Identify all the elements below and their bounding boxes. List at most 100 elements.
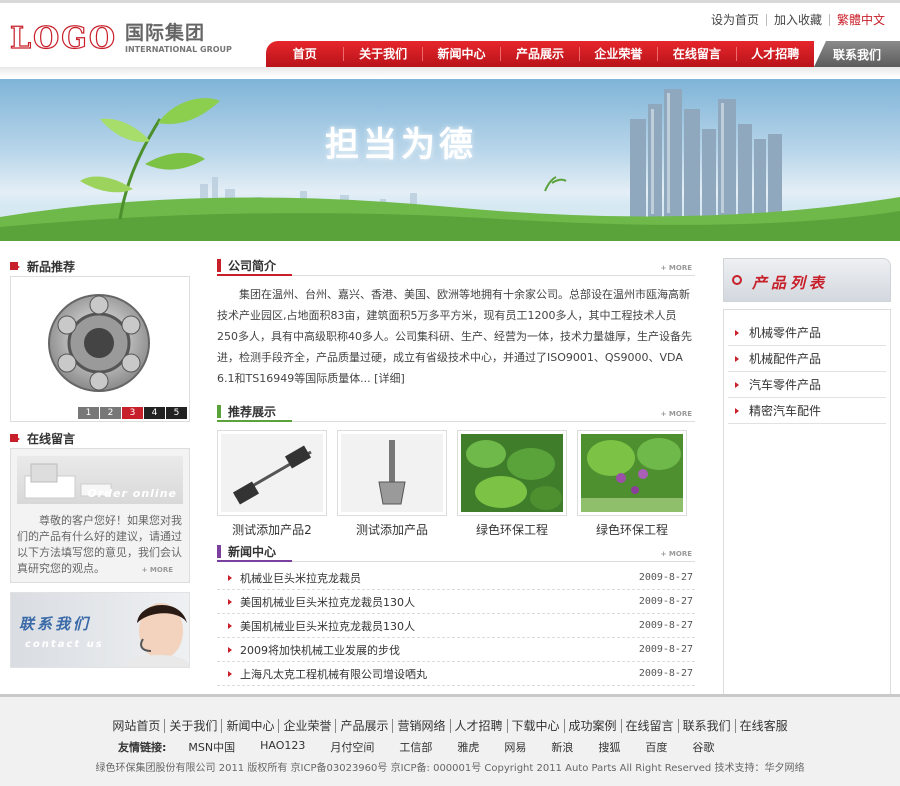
product-image	[457, 430, 567, 516]
add-favorite-link[interactable]: 加入收藏	[765, 14, 829, 26]
recommend-item[interactable]: 测试添加产品	[337, 430, 447, 538]
pager-4[interactable]: 4	[144, 407, 165, 419]
footer-link[interactable]: 在线留言	[620, 719, 678, 733]
contact-subtitle: contact us	[25, 639, 104, 650]
nav-products[interactable]: 产品展示	[500, 47, 578, 61]
top-links: 设为首页 加入收藏 繁體中文	[704, 14, 892, 26]
cv-joint-image	[48, 294, 150, 392]
product-category-item[interactable]: 机械配件产品	[728, 346, 886, 372]
news-item[interactable]: 2009将加快机械工业发展的步伐 2009-8-27	[217, 638, 695, 662]
footer-link[interactable]: 网站首页	[108, 719, 164, 733]
footer-links: 网站首页 关于我们 新闻中心 企业荣誉 产品展示 营销网络 人才招聘 下载中心 成功案例 在线留言…	[0, 719, 900, 733]
message-more-link[interactable]: + MORE	[142, 566, 173, 574]
top-border	[0, 0, 900, 3]
logo-mark: LOGO	[9, 21, 117, 56]
friend-link[interactable]: 搜狐	[598, 739, 620, 755]
pager-5[interactable]: 5	[166, 407, 187, 419]
footer-link[interactable]: 产品展示	[335, 719, 393, 733]
footer-link[interactable]: 企业荣誉	[278, 719, 336, 733]
nav-honors[interactable]: 企业荣誉	[578, 47, 657, 61]
friend-links: 友情链接: MSN中国 HAO123 月付空间 工信部 雅虎 网易 新浪 搜狐 …	[118, 739, 739, 755]
recommend-heading: 推荐展示 + MORE	[217, 402, 695, 422]
friend-link[interactable]: MSN中国	[188, 739, 235, 755]
footer-link[interactable]: 新闻中心	[221, 719, 279, 733]
about-more-link[interactable]: + MORE	[661, 264, 692, 272]
bullet-icon	[228, 646, 232, 653]
news-more-link[interactable]: + MORE	[661, 550, 692, 558]
about-text: 集团在温州、台州、嘉兴、香港、美国、欧洲等地拥有十余家公司。总部设在温州市瓯海高…	[217, 288, 692, 385]
footer-link[interactable]: 关于我们	[164, 719, 222, 733]
recommend-item[interactable]: 绿色环保工程	[577, 430, 687, 538]
news-section: 新闻中心 + MORE 机械业巨头米拉克龙裁员 2009-8-27 美国机械业巨头…	[217, 542, 695, 686]
nav-news[interactable]: 新闻中心	[421, 47, 500, 61]
logo[interactable]: LOGO 国际集团 INTERNATIONAL GROUP	[9, 21, 232, 56]
slide-pager: 1 2 3 4 5	[77, 407, 187, 419]
recommend-section: 推荐展示 + MORE 测试添加产品2 测试添加产品 绿色环保工程 绿色环保工程	[217, 402, 695, 537]
news-item[interactable]: 机械业巨头米拉克龙裁员 2009-8-27	[217, 566, 695, 590]
left-sidebar: 新品推荐 1 2 3 4 5 在线留言 Order online 尊敬的客户您好…	[10, 256, 190, 668]
footer-link[interactable]: 成功案例	[563, 719, 621, 733]
arrow-icon	[10, 433, 22, 443]
pager-3[interactable]: 3	[122, 407, 143, 419]
footer-link[interactable]: 人才招聘	[449, 719, 507, 733]
footer-link[interactable]: 下载中心	[506, 719, 564, 733]
footer: 网站首页 关于我们 新闻中心 企业荣誉 产品展示 营销网络 人才招聘 下载中心 成功案例 在线留言…	[0, 694, 900, 786]
friend-link[interactable]: 雅虎	[457, 739, 479, 755]
product-category-item[interactable]: 汽车零件产品	[728, 372, 886, 398]
news-item[interactable]: 美国机械业巨头米拉克龙裁员130人 2009-8-27	[217, 590, 695, 614]
friend-link[interactable]: 工信部	[399, 739, 432, 755]
product-list: 机械零件产品 机械配件产品 汽车零件产品 精密汽车配件	[723, 309, 891, 706]
logo-cn: 国际集团	[124, 22, 205, 44]
friend-link[interactable]: HAO123	[260, 739, 305, 755]
pager-1[interactable]: 1	[78, 407, 99, 419]
product-list-heading: 产品列表	[723, 258, 891, 302]
friend-link[interactable]: 新浪	[551, 739, 573, 755]
traditional-chinese-link[interactable]: 繁體中文	[828, 14, 892, 26]
banner: 担当为德	[0, 79, 900, 241]
about-heading: 公司简介 + MORE	[217, 256, 695, 276]
friend-link[interactable]: 网易	[504, 739, 526, 755]
news-heading: 新闻中心 + MORE	[217, 542, 695, 562]
recommend-more-link[interactable]: + MORE	[661, 410, 692, 418]
footer-link[interactable]: 联系我们	[677, 719, 735, 733]
target-icon	[732, 275, 742, 285]
nav-home[interactable]: 首页	[266, 47, 343, 61]
main-content: 公司简介 + MORE 集团在温州、台州、嘉兴、香港、美国、欧洲等地拥有十余家公…	[217, 256, 695, 686]
contact-us-banner[interactable]: 联系我们 contact us	[10, 592, 190, 668]
bullet-icon	[228, 622, 232, 629]
friend-link[interactable]: 谷歌	[692, 739, 714, 755]
new-products-heading: 新品推荐	[10, 256, 190, 276]
nav-jobs[interactable]: 人才招聘	[735, 47, 814, 61]
bullet-icon	[228, 574, 232, 581]
pager-2[interactable]: 2	[100, 407, 121, 419]
contact-title: 联系我们	[19, 615, 92, 633]
bullet-icon	[228, 670, 232, 677]
recommend-item[interactable]: 测试添加产品2	[217, 430, 327, 538]
nav-message[interactable]: 在线留言	[657, 47, 735, 61]
friend-link[interactable]: 百度	[645, 739, 667, 755]
order-online-label: Order online	[87, 487, 177, 500]
banner-title: 担当为德	[325, 125, 477, 165]
copyright: 绿色环保集团股份有限公司 2011 版权所有 京ICP备03023960号 京I…	[95, 763, 805, 774]
news-list: 机械业巨头米拉克龙裁员 2009-8-27 美国机械业巨头米拉克龙裁员130人 20…	[217, 566, 695, 686]
product-image	[217, 430, 327, 516]
new-product-showcase[interactable]: 1 2 3 4 5	[10, 276, 190, 422]
news-item[interactable]: 上海凡太克工程机械有限公司增设哂丸 2009-8-27	[217, 662, 695, 686]
bullet-icon	[735, 329, 739, 336]
recommend-item[interactable]: 绿色环保工程	[457, 430, 567, 538]
friend-link[interactable]: 月付空间	[330, 739, 374, 755]
bullet-icon	[735, 355, 739, 362]
news-item[interactable]: 美国机械业巨头米拉克龙裁员130人 2009-8-27	[217, 614, 695, 638]
footer-link[interactable]: 在线客服	[734, 719, 792, 733]
set-homepage-link[interactable]: 设为首页	[704, 14, 766, 26]
nav-about[interactable]: 关于我们	[343, 47, 421, 61]
footer-link[interactable]: 营销网络	[392, 719, 450, 733]
bullet-icon	[735, 381, 739, 388]
product-category-item[interactable]: 精密汽车配件	[728, 398, 886, 424]
nav-shadow	[0, 67, 900, 77]
order-online-image[interactable]: Order online	[17, 456, 183, 504]
main-nav: 首页 关于我们 新闻中心 产品展示 企业荣誉 在线留言 人才招聘 联系我们	[266, 41, 900, 67]
nav-contact[interactable]: 联系我们	[814, 41, 900, 67]
product-image	[577, 430, 687, 516]
product-category-item[interactable]: 机械零件产品	[728, 320, 886, 346]
